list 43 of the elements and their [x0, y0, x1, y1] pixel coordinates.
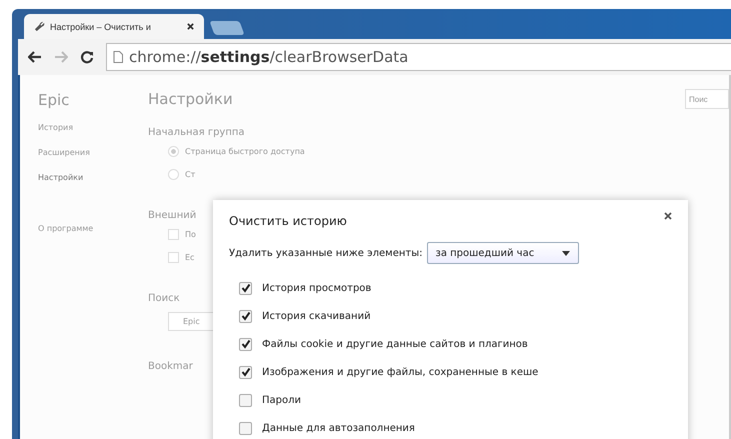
checkbox[interactable] — [239, 366, 252, 378]
caret-icon — [562, 250, 570, 256]
checkbox-label: Изображения и другие файлы, сохраненные в кеше — [262, 366, 538, 378]
sidebar-item[interactable]: Расширения — [38, 148, 148, 157]
checkbox-label: Данные для автозаполнения — [262, 422, 415, 434]
back-icon[interactable] — [28, 51, 42, 63]
close-tab-icon[interactable] — [187, 23, 194, 30]
checkbox-label: Пароли — [262, 394, 302, 406]
radio-button[interactable] — [168, 169, 179, 180]
checkbox-label: История просмотров — [262, 282, 372, 294]
section-heading: Начальная группа — [148, 127, 245, 138]
wrench-icon — [34, 21, 45, 32]
brand-title: Epic — [38, 91, 70, 109]
sidebar-item[interactable]: История — [38, 123, 148, 132]
section-heading: Внешний — [148, 210, 196, 221]
checkbox[interactable] — [239, 394, 252, 406]
checkbox-label: История скачиваний — [262, 310, 371, 322]
search-field[interactable]: Поис — [685, 89, 729, 109]
radio-button[interactable] — [168, 146, 179, 157]
dialog-title: Очистить историю — [229, 214, 347, 228]
reload-icon[interactable] — [80, 50, 94, 64]
checkbox[interactable] — [239, 310, 252, 322]
page-title: Настройки — [148, 90, 233, 108]
option-label: По — [185, 230, 196, 239]
sidebar-item[interactable]: О программе — [38, 224, 148, 233]
option-label: Ст — [185, 170, 196, 179]
checkbox-label: Файлы cookie и другие данные сайтов и плагинов — [262, 338, 528, 350]
close-icon[interactable] — [664, 212, 672, 220]
checkbox[interactable] — [239, 282, 252, 294]
checkbox[interactable] — [239, 422, 252, 434]
time-range-dropdown[interactable]: за прошедший час — [426, 242, 578, 264]
page-icon — [113, 51, 123, 63]
browser-tab[interactable]: Настройки – Очистить и — [24, 14, 204, 39]
checkbox[interactable] — [239, 338, 252, 350]
section-heading: Поиск — [148, 293, 180, 304]
search-engine-field[interactable]: Epic — [168, 312, 215, 331]
option-label: Страница быстрого доступа — [185, 147, 305, 156]
address-bar[interactable]: chrome://settings/clearBrowserData — [106, 43, 731, 71]
range-label: Удалить указанные ниже элементы: — [229, 248, 422, 258]
sidebar-item[interactable]: Настройки — [38, 173, 148, 182]
section-heading: Bookmar — [148, 361, 193, 372]
option-label: Ес — [185, 253, 194, 262]
new-tab-button[interactable] — [209, 21, 245, 35]
